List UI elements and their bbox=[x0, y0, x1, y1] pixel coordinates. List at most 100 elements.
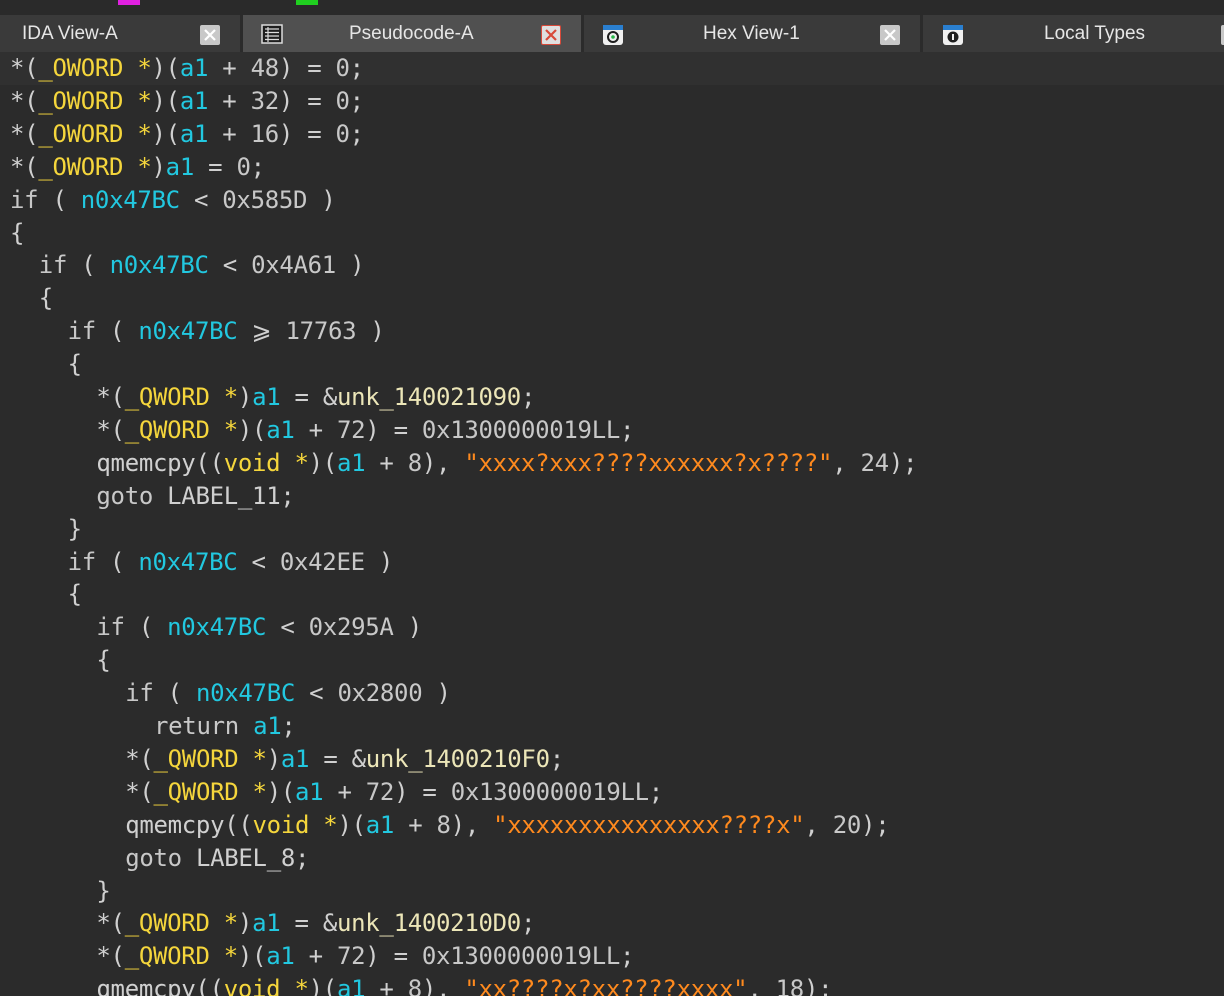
code-line[interactable]: *(_OWORD *)(a1 + 16) = 0; bbox=[10, 118, 364, 151]
code-token: , bbox=[804, 810, 833, 839]
tab-bar: IDA View-A Pseudocode-A Hex View-1 Local… bbox=[0, 15, 1224, 52]
code-token: ; bbox=[520, 909, 536, 938]
local-types-icon bbox=[942, 24, 964, 52]
code-token: n0x47BC bbox=[109, 251, 209, 280]
code-token: unk_140021090 bbox=[336, 383, 521, 411]
code-line[interactable]: *(_QWORD *)(a1 + 72) = 0x1300000019LL; bbox=[125, 776, 663, 809]
code-line[interactable]: } bbox=[96, 875, 110, 908]
code-token: a1 bbox=[179, 86, 209, 115]
pseudocode-view[interactable]: *(_OWORD *)(a1 + 48) = 0; *(_OWORD *)(a1 … bbox=[0, 52, 1224, 996]
code-token: { bbox=[67, 350, 82, 379]
code-token: ( bbox=[95, 317, 139, 346]
code-token: *( bbox=[10, 119, 39, 148]
code-token: ; bbox=[620, 415, 635, 444]
code-token: ) = bbox=[365, 415, 422, 444]
code-line[interactable]: *(_QWORD *)a1 = &unk_1400210F0; bbox=[125, 743, 564, 776]
code-token: void * bbox=[223, 448, 309, 477]
code-line[interactable]: { bbox=[68, 348, 82, 381]
code-token: ); bbox=[803, 975, 833, 996]
code-line[interactable]: *(_QWORD *)a1 = &unk_1400210D0; bbox=[96, 907, 535, 940]
code-token: 48 bbox=[250, 54, 280, 82]
code-line[interactable]: { bbox=[39, 282, 53, 315]
code-token: *( bbox=[10, 54, 39, 82]
code-token: < bbox=[179, 185, 223, 214]
code-token: if bbox=[67, 317, 97, 346]
code-token: ; bbox=[520, 383, 536, 411]
code-token: ) bbox=[237, 383, 253, 411]
code-token: 72 bbox=[336, 415, 366, 444]
code-token: ) = bbox=[394, 777, 451, 806]
code-token: 0x2800 bbox=[337, 679, 423, 708]
code-line[interactable]: goto LABEL_8; bbox=[125, 842, 309, 875]
code-line[interactable]: qmemcpy((void *)(a1 + 8), "xxxxxxxxxxxxx… bbox=[125, 809, 889, 842]
code-token: 0x1300000019LL bbox=[421, 415, 620, 444]
code-token: = & bbox=[280, 383, 338, 411]
code-token: + bbox=[323, 777, 366, 806]
code-token: 0x295A bbox=[308, 613, 394, 642]
code-token: { bbox=[96, 646, 111, 675]
code-token: 0x585D bbox=[222, 185, 308, 214]
hex-view-icon bbox=[602, 24, 624, 52]
code-token: ) bbox=[393, 613, 422, 642]
code-token: )( bbox=[151, 86, 181, 115]
code-token: ; bbox=[281, 712, 296, 740]
code-line[interactable]: if ( n0x47BC < 0x42EE ) bbox=[68, 546, 394, 579]
code-token: ; bbox=[620, 942, 635, 971]
close-icon[interactable] bbox=[880, 25, 900, 45]
code-token: ) = bbox=[278, 86, 336, 115]
tab-local-types[interactable]: Local Types bbox=[923, 15, 1224, 52]
code-token: + bbox=[394, 810, 437, 839]
code-token: 8 bbox=[436, 810, 451, 839]
code-token: _QWORD * bbox=[124, 909, 239, 938]
code-line[interactable]: if ( n0x47BC ⩾ 17763 ) bbox=[68, 315, 385, 348]
code-token: n0x47BC bbox=[80, 185, 180, 214]
code-token: void * bbox=[223, 975, 309, 996]
code-token: void * bbox=[252, 810, 338, 839]
code-line[interactable]: if ( n0x47BC < 0x585D ) bbox=[10, 184, 336, 217]
code-line[interactable]: qmemcpy((void *)(a1 + 8), "xx????x?xx???… bbox=[96, 973, 832, 996]
code-token: ) bbox=[335, 251, 365, 280]
tab-separator bbox=[240, 15, 243, 52]
code-token: if bbox=[125, 679, 154, 708]
code-line[interactable]: *(_OWORD *)(a1 + 48) = 0; bbox=[10, 52, 364, 85]
code-token: 8 bbox=[407, 448, 422, 477]
close-icon[interactable] bbox=[541, 25, 561, 45]
code-token: *( bbox=[125, 744, 154, 773]
code-line[interactable]: return a1; bbox=[154, 710, 296, 743]
code-token: qmemcpy(( bbox=[96, 448, 224, 477]
close-icon[interactable] bbox=[200, 25, 220, 45]
code-token: _QWORD * bbox=[124, 415, 239, 444]
code-token: { bbox=[67, 580, 82, 609]
code-token: + bbox=[208, 119, 251, 148]
code-line[interactable]: if ( n0x47BC < 0x295A ) bbox=[96, 611, 422, 644]
code-token: _OWORD * bbox=[38, 119, 152, 148]
code-token: < bbox=[237, 547, 280, 576]
code-token: = & bbox=[280, 909, 338, 938]
code-token: ( bbox=[153, 679, 196, 708]
code-line[interactable]: } bbox=[68, 513, 82, 546]
code-line[interactable]: if ( n0x47BC < 0x4A61 ) bbox=[38, 249, 365, 282]
tab-pseudocode-a[interactable]: Pseudocode-A bbox=[243, 15, 581, 52]
code-token: if bbox=[38, 251, 68, 280]
code-line[interactable]: *(_OWORD *)(a1 + 32) = 0; bbox=[10, 85, 364, 118]
code-line[interactable]: { bbox=[96, 644, 110, 677]
code-line[interactable]: *(_QWORD *)(a1 + 72) = 0x1300000019LL; bbox=[96, 940, 634, 973]
code-line[interactable]: *(_OWORD *)a1 = 0; bbox=[10, 151, 265, 184]
code-token: ) = bbox=[278, 119, 336, 148]
code-token: _QWORD * bbox=[153, 777, 268, 806]
code-token: LABEL_8; bbox=[181, 843, 310, 872]
code-token: ), bbox=[421, 975, 465, 996]
code-token: ); bbox=[888, 448, 918, 477]
code-line[interactable]: if ( n0x47BC < 0x2800 ) bbox=[125, 677, 451, 710]
code-line[interactable]: { bbox=[68, 578, 82, 611]
code-line[interactable]: *(_QWORD *)a1 = &unk_140021090; bbox=[96, 381, 535, 414]
code-line[interactable]: *(_QWORD *)(a1 + 72) = 0x1300000019LL; bbox=[96, 414, 634, 447]
tab-ida-view-a[interactable]: IDA View-A bbox=[0, 15, 240, 52]
code-line[interactable]: { bbox=[10, 217, 24, 250]
code-token: ) bbox=[237, 909, 253, 938]
pseudocode-icon bbox=[261, 24, 283, 50]
tab-hex-view-1[interactable]: Hex View-1 bbox=[584, 15, 920, 52]
code-line[interactable]: qmemcpy((void *)(a1 + 8), "xxxx?xxx????x… bbox=[96, 447, 917, 480]
code-token: ) = bbox=[365, 942, 422, 971]
code-line[interactable]: goto LABEL_11; bbox=[96, 480, 294, 513]
